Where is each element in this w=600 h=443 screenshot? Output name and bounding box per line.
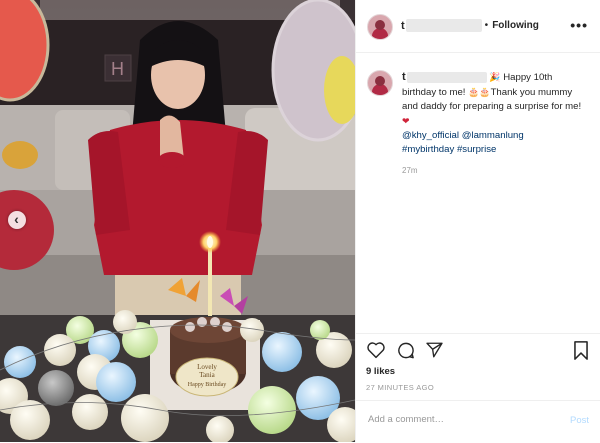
separator-dot: •	[484, 20, 489, 31]
post-header: t • Following •••	[356, 0, 600, 53]
birthday-photo: H Lovely Tania Happy Birthday	[0, 0, 355, 442]
post-photo[interactable]: H Lovely Tania Happy Birthday ‹	[0, 0, 355, 442]
posted-time: 27 MINUTES AGO	[366, 383, 435, 392]
post-comment-button[interactable]: Post	[570, 415, 589, 426]
author-username[interactable]: t	[401, 20, 405, 32]
hashtag-mybirthday[interactable]: #mybirthday	[402, 144, 454, 155]
following-button[interactable]: Following	[492, 20, 539, 31]
mention-lammanlung[interactable]: @lammanlung	[462, 130, 524, 141]
post-caption: t 🎉 Happy 10th birthday to me! 🎂🎂Thank y…	[367, 70, 589, 175]
cake-text-2: Tania	[199, 371, 215, 379]
author-info: t • Following	[401, 19, 539, 32]
caption-time-ago: 27m	[402, 166, 418, 175]
bookmark-icon[interactable]	[573, 341, 589, 360]
caption-username[interactable]: t	[402, 71, 406, 83]
svg-text:H: H	[111, 59, 124, 79]
author-avatar[interactable]	[367, 14, 393, 40]
share-icon[interactable]	[425, 341, 444, 359]
cake-text-1: Lovely	[197, 363, 217, 371]
post-side-panel: t • Following ••• t 🎉 Happy 10th birthda…	[355, 0, 600, 442]
party-hat-emoji-icon: 🎉	[489, 72, 501, 82]
heart-icon[interactable]	[366, 341, 386, 359]
cake-text-3: Happy Birthday	[188, 382, 227, 388]
likes-count[interactable]: 9 likes	[366, 366, 395, 377]
redacted-username	[406, 71, 487, 83]
previous-photo-button[interactable]: ‹	[8, 211, 26, 229]
caption-text: t 🎉 Happy 10th birthday to me! 🎂🎂Thank y…	[402, 70, 589, 157]
redacted-username	[405, 19, 482, 32]
comment-bar: Post	[356, 400, 600, 443]
comment-icon[interactable]	[396, 341, 416, 360]
cake-emoji-icon: 🎂🎂	[468, 87, 491, 97]
ellipsis-icon[interactable]: •••	[570, 17, 588, 33]
hashtag-surprise[interactable]: #surprise	[457, 144, 496, 155]
chevron-left-icon: ‹	[14, 211, 19, 227]
caption-avatar[interactable]	[367, 70, 393, 96]
heart-emoji-icon: ❤	[402, 116, 410, 126]
comment-input[interactable]	[366, 413, 560, 426]
mention-khy-official[interactable]: @khy_official	[402, 130, 459, 141]
